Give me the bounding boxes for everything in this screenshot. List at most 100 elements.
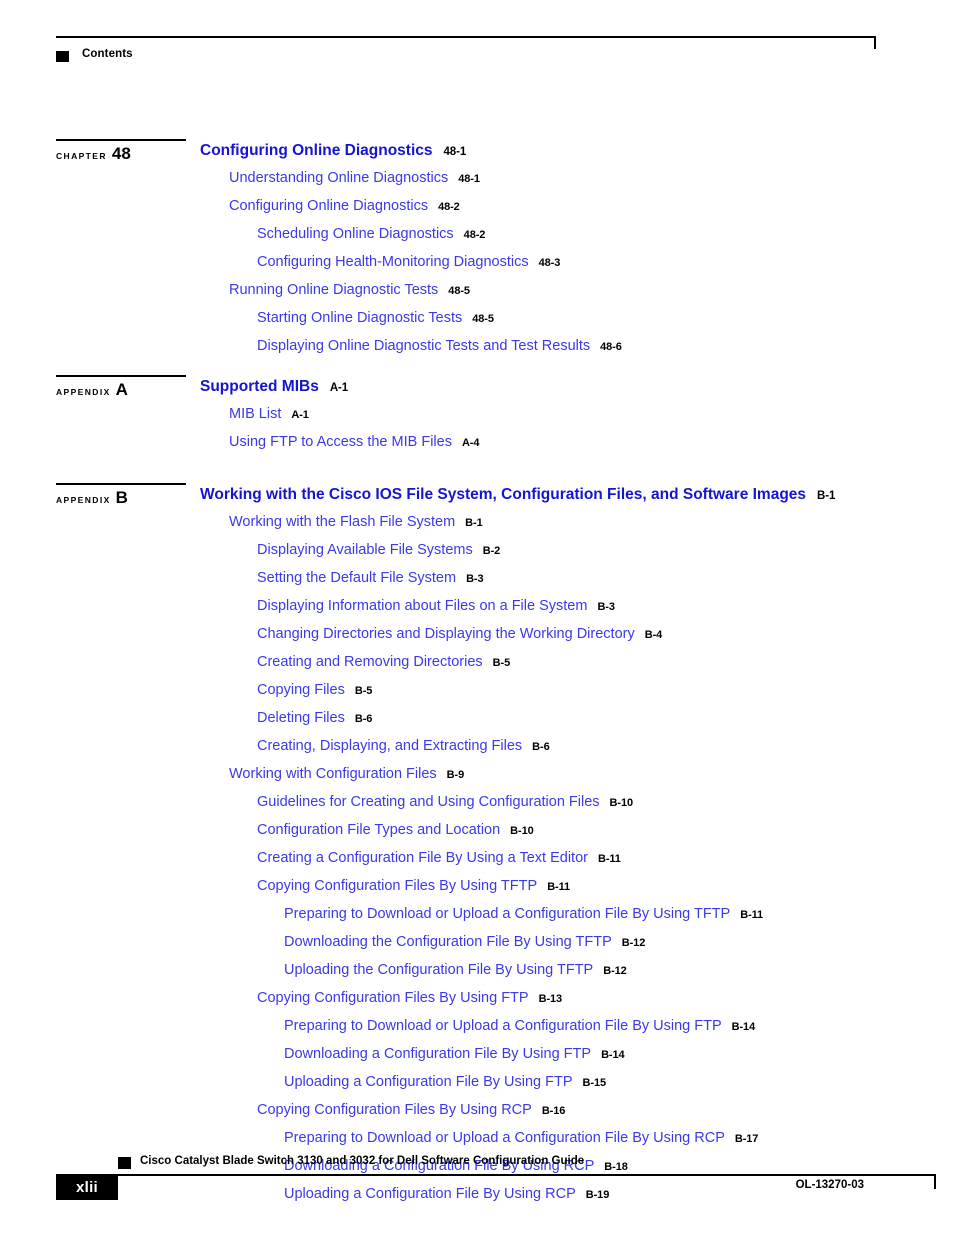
header-rule-end-tick [874, 36, 876, 49]
toc-entry-level-2[interactable]: Setting the Default File System B-3 [257, 571, 484, 586]
toc-entry-page: 48-5 [472, 313, 494, 325]
toc-entry-page: B-11 [740, 909, 764, 921]
toc-entry-page: B-12 [621, 937, 646, 949]
toc-section-title-text: Supported MIBs [200, 378, 319, 395]
toc-entry-level-2[interactable]: Creating a Configuration File By Using a… [257, 851, 621, 866]
section-number: A [115, 380, 128, 399]
toc-entry-level-1[interactable]: Working with Configuration Files B-9 [229, 767, 464, 782]
toc-entry-text: Uploading the Configuration File By Usin… [284, 962, 594, 978]
toc-entry-page: B-5 [492, 657, 511, 669]
toc-entry-page: B-4 [644, 629, 663, 641]
toc-section-title-text: Configuring Online Diagnostics [200, 142, 433, 159]
toc-entry-level-2[interactable]: Starting Online Diagnostic Tests 48-5 [257, 311, 494, 326]
toc-entry-level-3[interactable]: Downloading the Configuration File By Us… [284, 935, 645, 950]
toc-entry-text: Configuring Online Diagnostics [229, 198, 429, 214]
toc-entry-text: Displaying Available File Systems [257, 542, 473, 558]
document-id: OL-13270-03 [795, 1179, 864, 1191]
toc-entry-text: Scheduling Online Diagnostics [257, 226, 454, 242]
toc-entry-page: B-3 [597, 601, 615, 613]
toc-entry-level-3[interactable]: Uploading the Configuration File By Usin… [284, 963, 627, 978]
toc-entry-page: 48-1 [458, 173, 480, 185]
toc-entry-page: B-14 [731, 1021, 756, 1033]
toc-section-title[interactable]: Working with the Cisco IOS File System, … [200, 487, 835, 503]
toc-entry-level-3[interactable]: Preparing to Download or Upload a Config… [284, 907, 763, 922]
footer-rule [118, 1174, 936, 1176]
footer-bullet-square-icon [118, 1157, 131, 1169]
toc-entry-level-2[interactable]: Scheduling Online Diagnostics 48-2 [257, 227, 485, 242]
toc-entry-level-2[interactable]: Copying Configuration Files By Using FTP… [257, 991, 562, 1006]
section-label-text: APPENDIX B [56, 488, 128, 508]
toc-entry-page: B-5 [354, 685, 373, 697]
toc-entry-level-2[interactable]: Copying Configuration Files By Using TFT… [257, 879, 570, 894]
toc-section-title-page: 48-1 [443, 146, 467, 158]
toc-entry-text: Creating and Removing Directories [257, 654, 483, 670]
toc-entry-level-3[interactable]: Preparing to Download or Upload a Config… [284, 1019, 755, 1034]
toc-entry-level-1[interactable]: Using FTP to Access the MIB Files A-4 [229, 435, 479, 450]
toc-entry-level-1[interactable]: Understanding Online Diagnostics 48-1 [229, 171, 480, 186]
toc-entry-page: B-11 [597, 853, 621, 865]
toc-entry-level-2[interactable]: Displaying Available File Systems B-2 [257, 543, 500, 558]
toc-entry-level-2[interactable]: Creating and Removing Directories B-5 [257, 655, 510, 670]
section-kind: CHAPTER [56, 151, 107, 161]
toc-entry-page: 48-3 [538, 257, 561, 269]
toc-entry-text: MIB List [229, 406, 282, 422]
toc-entry-level-2[interactable]: Deleting Files B-6 [257, 711, 372, 726]
toc-entry-level-2[interactable]: Displaying Information about Files on a … [257, 599, 615, 614]
toc-entry-level-2[interactable]: Creating, Displaying, and Extracting Fil… [257, 739, 550, 754]
toc-entry-level-3[interactable]: Preparing to Download or Upload a Config… [284, 1131, 758, 1146]
toc-entry-level-1[interactable]: Working with the Flash File System B-1 [229, 515, 483, 530]
toc-entry-level-1[interactable]: Running Online Diagnostic Tests 48-5 [229, 283, 470, 298]
footer-rule-end-tick [934, 1174, 936, 1189]
toc-entry-text: Preparing to Download or Upload a Config… [284, 1130, 725, 1146]
toc-entry-level-3[interactable]: Downloading a Configuration File By Usin… [284, 1047, 625, 1062]
toc-entry-text: Copying Configuration Files By Using TFT… [257, 878, 538, 894]
toc-entry-page: B-17 [734, 1133, 759, 1145]
toc-entry-level-2[interactable]: Changing Directories and Displaying the … [257, 627, 662, 642]
section-label-text: CHAPTER 48 [56, 144, 131, 164]
toc-section-title-page: A-1 [329, 382, 349, 394]
toc-entry-level-1[interactable]: MIB List A-1 [229, 407, 309, 422]
toc-entry-level-1[interactable]: Configuring Online Diagnostics 48-2 [229, 199, 460, 214]
toc-entry-page: 48-2 [463, 229, 486, 241]
toc-entry-page: B-11 [547, 881, 571, 893]
toc-section-title[interactable]: Supported MIBs A-1 [200, 379, 348, 395]
toc-section-title-page: B-1 [817, 490, 836, 502]
toc-entry-level-2[interactable]: Copying Files B-5 [257, 683, 372, 698]
toc-entry-level-2[interactable]: Configuration File Types and Location B-1… [257, 823, 534, 838]
toc-entry-page: B-9 [446, 769, 465, 781]
page-number: xlii [75, 1178, 99, 1196]
toc-entry-text: Using FTP to Access the MIB Files [229, 434, 452, 450]
toc-entry-text: Understanding Online Diagnostics [229, 170, 449, 186]
toc-entry-page: B-12 [603, 965, 627, 977]
toc-entry-page: B-16 [541, 1105, 566, 1117]
toc-entry-level-2[interactable]: Configuring Health-Monitoring Diagnostic… [257, 255, 560, 270]
toc-section-title[interactable]: Configuring Online Diagnostics 48-1 [200, 143, 466, 159]
toc-section-title-text: Working with the Cisco IOS File System, … [200, 486, 807, 503]
toc-entry-level-2[interactable]: Guidelines for Creating and Using Config… [257, 795, 633, 810]
section-kind: APPENDIX [56, 387, 111, 397]
toc-entry-text: Configuring Health-Monitoring Diagnostic… [257, 254, 529, 270]
toc-entry-text: Downloading a Configuration File By Usin… [284, 1046, 592, 1062]
section-kind: APPENDIX [56, 495, 111, 505]
toc-entry-text: Uploading a Configuration File By Using … [284, 1074, 573, 1090]
toc-entry-page: B-13 [538, 993, 563, 1005]
toc-entry-text: Displaying Information about Files on a … [257, 598, 588, 614]
section-label-text: APPENDIX A [56, 380, 128, 400]
header-bullet-square-icon [56, 51, 69, 62]
toc-entry-text: Running Online Diagnostic Tests [229, 282, 439, 298]
toc-entry-text: Guidelines for Creating and Using Config… [257, 794, 600, 810]
toc-entry-page: B-6 [354, 713, 373, 725]
toc-entry-text: Working with the Flash File System [229, 514, 456, 530]
section-number: B [115, 488, 128, 507]
toc-entry-text: Deleting Files [257, 710, 345, 726]
toc-entry-level-2[interactable]: Copying Configuration Files By Using RCP… [257, 1103, 565, 1118]
section-number: 48 [111, 144, 131, 163]
toc-entry-page: B-14 [601, 1049, 625, 1061]
toc-entry-level-3[interactable]: Uploading a Configuration File By Using … [284, 1075, 606, 1090]
toc-entry-page: B-2 [482, 545, 501, 557]
toc-entry-text: Copying Configuration Files By Using FTP [257, 990, 529, 1006]
header-rule [56, 36, 876, 38]
toc-entry-text: Copying Files [257, 682, 345, 698]
toc-entry-text: Starting Online Diagnostic Tests [257, 310, 463, 326]
toc-entry-level-2[interactable]: Displaying Online Diagnostic Tests and T… [257, 339, 622, 354]
